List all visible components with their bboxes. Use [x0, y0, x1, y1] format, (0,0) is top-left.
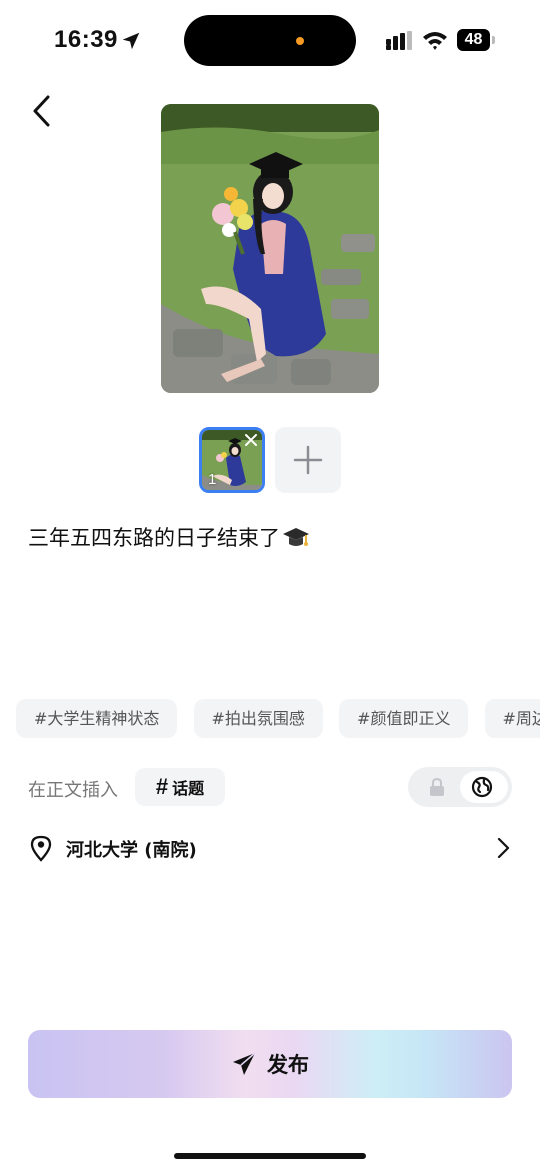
- plus-icon: [293, 445, 323, 475]
- location-pin-icon: [30, 835, 52, 862]
- chevron-right-icon[interactable]: [494, 836, 512, 860]
- privacy-indicator-dot: [296, 37, 304, 45]
- back-chevron-icon[interactable]: [28, 92, 58, 130]
- wifi-icon: [423, 32, 447, 50]
- suggested-topics: #大学生精神状态 #拍出氛围感 #颜值即正义 #周边遛: [16, 699, 540, 739]
- topic-chip[interactable]: #周边遛: [484, 699, 540, 738]
- topic-chip[interactable]: #颜值即正义: [339, 699, 469, 738]
- topic-chip[interactable]: #大学生精神状态: [16, 699, 178, 738]
- topic-chip[interactable]: #拍出氛围感: [193, 699, 323, 738]
- remove-photo-icon[interactable]: [243, 432, 259, 448]
- insert-label: 在正文插入: [28, 780, 118, 801]
- battery-icon: 48: [457, 29, 495, 51]
- publish-button[interactable]: 发布: [28, 1030, 512, 1098]
- selected-photo-thumbnail[interactable]: 1: [199, 427, 265, 493]
- home-indicator: [174, 1153, 366, 1159]
- add-photo-button[interactable]: [275, 427, 341, 493]
- battery-level: 48: [457, 29, 490, 51]
- publish-label: 发布: [267, 1053, 309, 1077]
- dynamic-island: [184, 15, 356, 66]
- cellular-signal-icon: [386, 31, 412, 50]
- graduation-cap-icon: [283, 528, 309, 546]
- hashtag-icon: #: [155, 774, 169, 799]
- insert-topic-button[interactable]: # 话题: [135, 768, 225, 806]
- status-time: 16:39: [54, 26, 118, 53]
- lock-icon[interactable]: [426, 776, 448, 798]
- post-text-input[interactable]: 三年五四东路的日子结束了: [28, 522, 310, 552]
- thumbnail-index: 1: [208, 471, 217, 488]
- main-photo[interactable]: [161, 104, 379, 393]
- insert-topic-label: 话题: [172, 779, 205, 798]
- post-text: 三年五四东路的日子结束了: [28, 526, 280, 550]
- send-icon: [233, 1052, 256, 1075]
- globe-icon[interactable]: [471, 776, 493, 798]
- location-arrow-icon: [122, 32, 140, 50]
- visibility-toggle[interactable]: [408, 767, 512, 807]
- location-name[interactable]: 河北大学 (南院): [66, 836, 197, 862]
